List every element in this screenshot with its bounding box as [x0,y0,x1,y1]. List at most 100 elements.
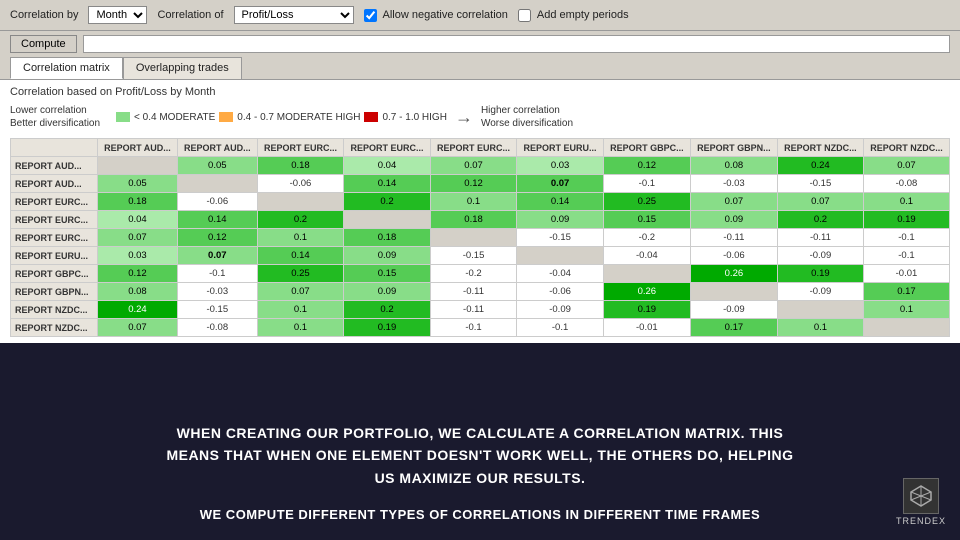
header-nzdc1: REPORT NZDC... [777,139,863,157]
correlation-of-label: Correlation of [157,9,223,21]
legend-modhigh-box [219,112,233,122]
cell-10-5: -0.1 [430,319,517,337]
legend-arrow: → [455,107,473,128]
cell-9-1: 0.24 [98,301,178,319]
cell-8-9: -0.09 [777,283,863,301]
cell-6-10: -0.1 [863,247,949,265]
cell-9-9 [777,301,863,319]
cell-7-7 [603,265,690,283]
allow-negative-label[interactable]: Allow negative correlation [364,9,508,22]
cell-2-7: -0.1 [603,175,690,193]
cell-5-9: -0.11 [777,229,863,247]
cell-2-9: -0.15 [777,175,863,193]
cell-10-10 [863,319,949,337]
cell-9-7: 0.19 [603,301,690,319]
table-row: REPORT NZDC... 0.24 -0.15 0.1 0.2 -0.11 … [11,301,950,319]
row-label-5: REPORT EURC... [11,229,98,247]
cell-1-3: 0.18 [257,157,344,175]
legend-moderate-label: < 0.4 MODERATE [134,112,215,123]
header-eurc2: REPORT EURC... [344,139,431,157]
cell-6-9: -0.09 [777,247,863,265]
content-area: Correlation based on Profit/Loss by Mont… [0,80,960,343]
cell-6-3: 0.14 [257,247,344,265]
cell-9-8: -0.09 [690,301,777,319]
cell-3-8: 0.07 [690,193,777,211]
row-label-1: REPORT AUD... [11,157,98,175]
cell-1-10: 0.07 [863,157,949,175]
cell-7-5: -0.2 [430,265,517,283]
cell-10-1: 0.07 [98,319,178,337]
cell-10-6: -0.1 [517,319,604,337]
tab-correlation-matrix[interactable]: Correlation matrix [10,57,123,79]
row-label-3: REPORT EURC... [11,193,98,211]
worse-diversification-label: Worse diversification [481,117,573,130]
header-gbpn: REPORT GBPN... [690,139,777,157]
cell-1-5: 0.07 [430,157,517,175]
tabs-bar: Correlation matrix Overlapping trades [0,57,960,80]
cell-4-5: 0.18 [430,211,517,229]
cell-4-7: 0.15 [603,211,690,229]
cell-1-6: 0.03 [517,157,604,175]
cell-4-8: 0.09 [690,211,777,229]
row-label-10: REPORT NZDC... [11,319,98,337]
header-empty [11,139,98,157]
tab-overlapping-trades[interactable]: Overlapping trades [123,57,242,79]
cell-1-7: 0.12 [603,157,690,175]
allow-negative-checkbox[interactable] [364,9,377,22]
cell-6-6 [517,247,604,265]
row-label-7: REPORT GBPC... [11,265,98,283]
table-row: REPORT NZDC... 0.07 -0.08 0.1 0.19 -0.1 … [11,319,950,337]
correlation-by-select[interactable]: Month [88,6,147,24]
table-row: REPORT EURC... 0.18 -0.06 0.2 0.1 0.14 0… [11,193,950,211]
correlation-of-select[interactable]: Profit/Loss [234,6,354,24]
cell-5-5 [430,229,517,247]
table-row: REPORT GBPC... 0.12 -0.1 0.25 0.15 -0.2 … [11,265,950,283]
cell-2-6: 0.07 [517,175,604,193]
legend: Lower correlation Better diversification… [10,104,950,130]
toolbar-row1: Correlation by Month Correlation of Prof… [0,0,960,31]
cell-4-4 [344,211,431,229]
cell-7-9: 0.19 [777,265,863,283]
legend-moderate-box [116,112,130,122]
cell-9-2: -0.15 [177,301,257,319]
legend-high-label: 0.7 - 1.0 HIGH [382,112,446,123]
cell-8-2: -0.03 [177,283,257,301]
cell-7-2: -0.1 [177,265,257,283]
cell-10-4: 0.19 [344,319,431,337]
cell-6-2: 0.07 [177,247,257,265]
cell-1-9: 0.24 [777,157,863,175]
cell-2-1: 0.05 [98,175,178,193]
add-empty-label[interactable]: Add empty periods [518,9,629,22]
cell-9-6: -0.09 [517,301,604,319]
matrix-wrap: REPORT AUD... REPORT AUD... REPORT EURC.… [10,138,950,337]
cell-8-1: 0.08 [98,283,178,301]
cell-9-4: 0.2 [344,301,431,319]
header-gbpc: REPORT GBPC... [603,139,690,157]
cell-10-7: -0.01 [603,319,690,337]
lower-correlation-label: Lower correlation [10,104,100,117]
cell-1-1 [98,157,178,175]
compute-button[interactable]: Compute [10,35,77,53]
row-label-8: REPORT GBPN... [11,283,98,301]
correlation-subtitle: Correlation based on Profit/Loss by Mont… [10,86,950,98]
better-diversification-label: Better diversification [10,117,100,130]
cell-6-1: 0.03 [98,247,178,265]
row-label-2: REPORT AUD... [11,175,98,193]
cell-10-3: 0.1 [257,319,344,337]
legend-modhigh-label: 0.4 - 0.7 MODERATE HIGH [237,112,360,123]
cell-2-8: -0.03 [690,175,777,193]
toolbar-row2: Compute [0,31,960,57]
cell-7-10: -0.01 [863,265,949,283]
header-nzdc2: REPORT NZDC... [863,139,949,157]
add-empty-checkbox[interactable] [518,9,531,22]
cell-3-2: -0.06 [177,193,257,211]
cell-2-5: 0.12 [430,175,517,193]
table-row: REPORT EURU... 0.03 0.07 0.14 0.09 -0.15… [11,247,950,265]
cell-4-6: 0.09 [517,211,604,229]
cell-2-2 [177,175,257,193]
cell-5-4: 0.18 [344,229,431,247]
cell-7-6: -0.04 [517,265,604,283]
cell-8-10: 0.17 [863,283,949,301]
header-eurc3: REPORT EURC... [430,139,517,157]
cell-1-8: 0.08 [690,157,777,175]
